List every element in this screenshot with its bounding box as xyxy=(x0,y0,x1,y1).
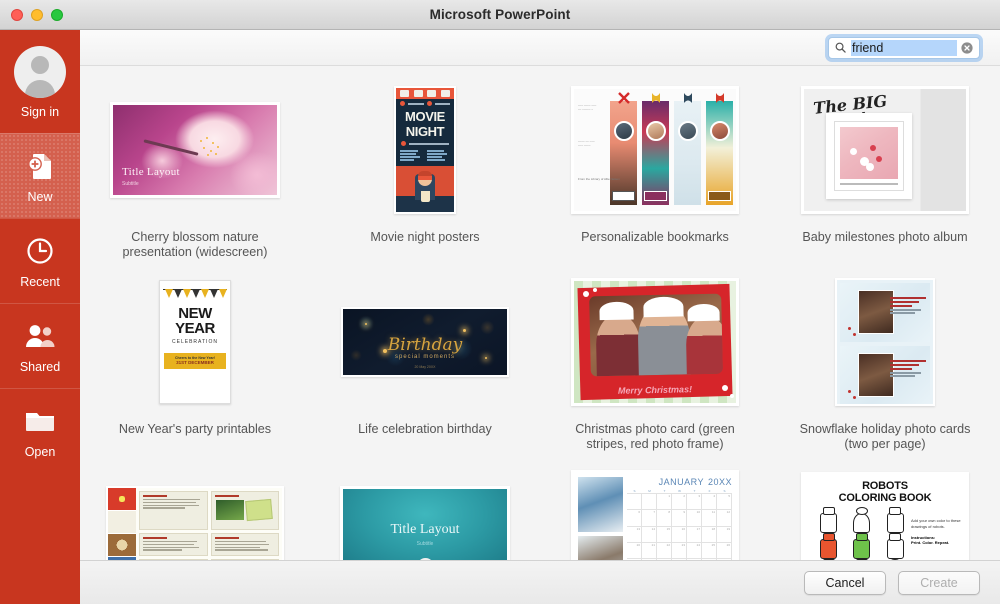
thumb-body: Add your own color to these drawings of … xyxy=(911,518,963,529)
create-button[interactable]: Create xyxy=(898,571,980,595)
toolbar: friend xyxy=(80,30,1000,66)
thumb-title-line2: NIGHT xyxy=(396,125,454,138)
template-label: Christmas photo card (green stripes, red… xyxy=(560,422,750,452)
template-thumbnail[interactable]: Birthday special moments 20 May 20XX xyxy=(318,272,532,412)
user-avatar-icon xyxy=(14,46,66,98)
thumb-title2: COLORING BOOK xyxy=(839,492,932,504)
birthday-art: Birthday special moments 20 May 20XX xyxy=(341,307,509,377)
new-document-icon xyxy=(27,149,53,183)
thumb-date: 20 May 20XX xyxy=(343,365,507,369)
thumb-title: Birthday xyxy=(343,335,507,355)
search-field[interactable]: friend xyxy=(828,37,980,59)
template-card[interactable]: The BIG day! xyxy=(770,80,1000,272)
thumb-title-line1: MOVIE xyxy=(396,110,454,123)
movie-night-art: MOVIE NIGHT xyxy=(394,86,456,214)
template-label: Baby milestones photo album xyxy=(790,230,980,245)
thumb-month: JANUARY xyxy=(659,477,704,487)
clear-search-icon[interactable] xyxy=(961,42,973,54)
thumb-subtitle: special moments xyxy=(343,354,507,360)
template-card[interactable]: Snowflake holiday photo cards (two per p… xyxy=(770,272,1000,464)
window-title: Microsoft PowerPoint xyxy=(0,7,1000,22)
people-icon xyxy=(24,319,56,353)
template-thumbnail[interactable]: The BIG day! xyxy=(778,80,992,220)
thumb-title: Title Layout xyxy=(343,522,507,538)
thumb-subtitle: Subtitle xyxy=(122,181,139,187)
sidebar-item-open[interactable]: Open xyxy=(0,388,80,473)
thumb-title1: ROBOTS xyxy=(862,480,908,492)
thumb-line2: YEAR xyxy=(160,321,230,336)
dialog-footer: Cancel Create xyxy=(80,560,1000,604)
template-card[interactable]: Merry Christmas! Christmas photo card (g… xyxy=(540,272,770,464)
sign-in-area[interactable]: Sign in xyxy=(0,30,80,133)
template-label: Cherry blossom nature presentation (wide… xyxy=(100,230,290,260)
bookmark-note: From the Library of Allie Nelson xyxy=(578,177,622,181)
template-thumbnail[interactable]: MOVIE NIGHT xyxy=(318,80,532,220)
cherry-blossom-art: Title Layout Subtitle xyxy=(110,102,280,198)
search-icon xyxy=(835,42,846,53)
thumb-instructions: Print. Color. Repeat. xyxy=(911,540,963,545)
sidebar-item-shared-label: Shared xyxy=(20,360,60,374)
content-area: friend xyxy=(80,30,1000,604)
thumb-banner2: 31ST DECEMBER xyxy=(164,360,226,365)
template-thumbnail[interactable] xyxy=(778,272,992,412)
template-grid: Title Layout Subtitle Cherry blossom nat… xyxy=(80,80,1000,604)
thumb-line1: NEW xyxy=(160,307,230,321)
clock-icon xyxy=(26,234,54,268)
thumb-title: Title Layout xyxy=(122,166,180,178)
template-label: Life celebration birthday xyxy=(330,422,520,437)
sidebar-item-recent[interactable]: Recent xyxy=(0,218,80,303)
sidebar-item-new-label: New xyxy=(27,190,52,204)
sign-in-label: Sign in xyxy=(21,105,59,119)
thumb-subtitle: Subtitle xyxy=(343,541,507,547)
template-label: New Year's party printables xyxy=(100,422,290,437)
template-thumbnail[interactable]: Title Layout Subtitle xyxy=(88,80,302,220)
template-card[interactable]: NEW YEAR CELEBRATION Cheers to the New Y… xyxy=(80,272,310,464)
sidebar: Sign in New Recent xyxy=(0,30,80,604)
thumb-year: 20XX xyxy=(708,477,732,487)
template-card[interactable]: MOVIE NIGHT xyxy=(310,80,540,272)
template-gallery[interactable]: Title Layout Subtitle Cherry blossom nat… xyxy=(80,66,1000,604)
sidebar-item-open-label: Open xyxy=(25,445,56,459)
template-label: Movie night posters xyxy=(330,230,520,245)
template-card[interactable]: ‒‒‒ ‒‒‒‒ ‒‒‒‒‒ ‒‒‒‒‒ ‒ ‒‒‒‒ ‒‒ ‒‒‒‒‒‒ ‒‒… xyxy=(540,80,770,272)
template-card[interactable]: Title Layout Subtitle Cherry blossom nat… xyxy=(80,80,310,272)
sidebar-item-shared[interactable]: Shared xyxy=(0,303,80,388)
cancel-button[interactable]: Cancel xyxy=(804,571,886,595)
new-year-art: NEW YEAR CELEBRATION Cheers to the New Y… xyxy=(159,280,231,404)
sidebar-item-new[interactable]: New xyxy=(0,133,80,218)
thumb-line3: CELEBRATION xyxy=(160,339,230,345)
search-input[interactable]: friend xyxy=(851,40,957,56)
bookmarks-art: ‒‒‒ ‒‒‒‒ ‒‒‒‒‒ ‒‒‒‒‒ ‒ ‒‒‒‒ ‒‒ ‒‒‒‒‒‒ ‒‒… xyxy=(571,86,739,214)
template-card[interactable]: Birthday special moments 20 May 20XX Lif… xyxy=(310,272,540,464)
sidebar-item-recent-label: Recent xyxy=(20,275,60,289)
powerpoint-template-gallery-window: Microsoft PowerPoint Sign in New xyxy=(0,0,1000,604)
snowflake-cards-art xyxy=(835,278,935,406)
title-bar: Microsoft PowerPoint xyxy=(0,0,1000,30)
folder-icon xyxy=(24,404,56,438)
template-label: Personalizable bookmarks xyxy=(560,230,750,245)
template-thumbnail[interactable]: Merry Christmas! xyxy=(548,272,762,412)
baby-milestones-art: The BIG day! xyxy=(801,86,969,214)
template-thumbnail[interactable]: NEW YEAR CELEBRATION Cheers to the New Y… xyxy=(88,272,302,412)
template-thumbnail[interactable]: ‒‒‒ ‒‒‒‒ ‒‒‒‒‒ ‒‒‒‒‒ ‒ ‒‒‒‒ ‒‒ ‒‒‒‒‒‒ ‒‒… xyxy=(548,80,762,220)
christmas-card-art: Merry Christmas! xyxy=(571,278,739,406)
template-label: Snowflake holiday photo cards (two per p… xyxy=(790,422,980,452)
